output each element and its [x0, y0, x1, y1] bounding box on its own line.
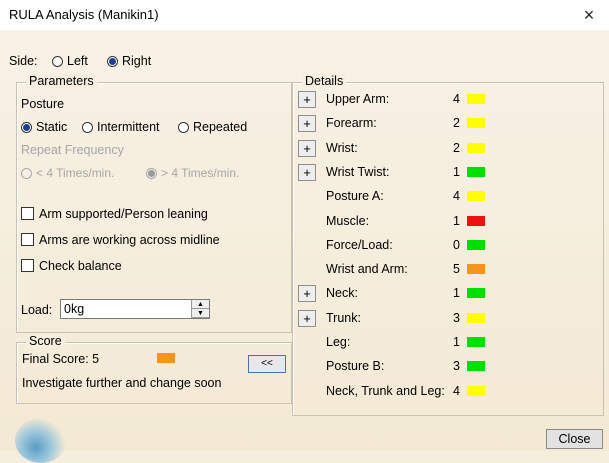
detail-label: Leg: [326, 335, 351, 349]
collapse-details-button[interactable]: << [248, 355, 286, 373]
score-legend: Score [26, 334, 65, 348]
radio-right-icon [107, 56, 118, 67]
posture-repeated-label: Repeated [193, 120, 248, 134]
detail-label: Posture B: [326, 359, 385, 373]
radio-left-icon [52, 56, 63, 67]
expand-button[interactable]: + [298, 140, 316, 157]
detail-label: Wrist: [326, 141, 358, 155]
detail-color-swatch [467, 313, 485, 323]
detail-value: 3 [453, 311, 460, 325]
detail-color-swatch [467, 361, 485, 371]
detail-label: Forearm: [326, 116, 377, 130]
app-logo-icon [15, 418, 67, 463]
detail-color-swatch [467, 191, 485, 201]
frequency-low-label: < 4 Times/min. [36, 166, 115, 180]
spin-up-icon[interactable]: ▲ [192, 300, 209, 309]
detail-value: 4 [453, 384, 460, 398]
title-bar: RULA Analysis (Manikin1) × [0, 0, 609, 30]
frequency-high-label: > 4 Times/min. [161, 166, 240, 180]
arms-midline-checkbox[interactable]: Arms are working across midline [21, 233, 220, 247]
dialog-body: Side: Left Right Parameters Posture Stat… [0, 30, 609, 463]
load-spinner[interactable]: ▲ ▼ [191, 300, 209, 318]
arm-supported-checkbox[interactable]: Arm supported/Person leaning [21, 207, 208, 221]
load-label: Load: [21, 303, 53, 317]
detail-value: 1 [453, 214, 460, 228]
detail-label: Wrist Twist: [326, 165, 390, 179]
side-label: Side: [9, 54, 38, 68]
detail-color-swatch [467, 94, 485, 104]
posture-label: Posture [21, 97, 65, 111]
repeat-frequency-label: Repeat Frequency [21, 143, 124, 157]
check-balance-checkbox[interactable]: Check balance [21, 259, 122, 273]
details-legend: Details [302, 74, 347, 88]
expand-button[interactable]: + [298, 285, 316, 302]
close-button[interactable]: Close [546, 429, 603, 449]
detail-color-swatch [467, 216, 485, 226]
posture-static-radio[interactable]: Static [21, 120, 67, 134]
expand-button[interactable]: + [298, 164, 316, 181]
detail-label: Trunk: [326, 311, 361, 325]
detail-label: Neck: [326, 286, 358, 300]
detail-value: 0 [453, 238, 460, 252]
frequency-low-radio[interactable]: < 4 Times/min. [21, 166, 114, 180]
detail-value: 1 [453, 335, 460, 349]
detail-label: Wrist and Arm: [326, 262, 408, 276]
detail-value: 1 [453, 286, 460, 300]
final-score-label: Final Score: 5 [22, 352, 100, 366]
detail-color-swatch [467, 386, 485, 396]
spin-down-icon[interactable]: ▼ [192, 309, 209, 318]
radio-freq-high-icon [146, 168, 157, 179]
detail-color-swatch [467, 337, 485, 347]
checkbox-icon [21, 233, 34, 246]
detail-label: Force/Load: [326, 238, 393, 252]
check-balance-label: Check balance [39, 259, 122, 273]
parameters-legend: Parameters [26, 74, 97, 88]
detail-color-swatch [467, 118, 485, 128]
side-left-radio[interactable]: Left [52, 54, 88, 68]
detail-value: 5 [453, 262, 460, 276]
side-right-radio[interactable]: Right [107, 54, 151, 68]
detail-value: 4 [453, 92, 460, 106]
detail-label: Upper Arm: [326, 92, 390, 106]
checkbox-icon [21, 207, 34, 220]
side-left-label: Left [67, 54, 88, 68]
detail-value: 3 [453, 359, 460, 373]
arms-midline-label: Arms are working across midline [39, 233, 220, 247]
expand-button[interactable]: + [298, 310, 316, 327]
checkbox-icon [21, 259, 34, 272]
frequency-high-radio[interactable]: > 4 Times/min. [146, 166, 239, 180]
radio-static-icon [21, 122, 32, 133]
detail-color-swatch [467, 288, 485, 298]
posture-intermittent-radio[interactable]: Intermittent [82, 120, 160, 134]
detail-label: Muscle: [326, 214, 370, 228]
window-title: RULA Analysis (Manikin1) [9, 7, 159, 22]
detail-value: 2 [453, 141, 460, 155]
window-close-icon[interactable]: × [569, 0, 609, 30]
posture-static-label: Static [36, 120, 68, 134]
expand-button[interactable]: + [298, 91, 316, 108]
detail-color-swatch [467, 143, 485, 153]
detail-color-swatch [467, 264, 485, 274]
detail-value: 2 [453, 116, 460, 130]
posture-intermittent-label: Intermittent [97, 120, 160, 134]
detail-label: Posture A: [326, 189, 384, 203]
detail-color-swatch [467, 240, 485, 250]
final-score-swatch [157, 353, 175, 363]
side-right-label: Right [122, 54, 152, 68]
load-input[interactable]: 0kg [60, 299, 210, 319]
arm-supported-label: Arm supported/Person leaning [39, 207, 208, 221]
detail-label: Neck, Trunk and Leg: [326, 384, 445, 398]
score-message: Investigate further and change soon [22, 376, 222, 390]
posture-repeated-radio[interactable]: Repeated [178, 120, 247, 134]
detail-value: 1 [453, 165, 460, 179]
detail-color-swatch [467, 167, 485, 177]
radio-repeated-icon [178, 122, 189, 133]
radio-intermittent-icon [82, 122, 93, 133]
radio-freq-low-icon [21, 168, 32, 179]
expand-button[interactable]: + [298, 115, 316, 132]
detail-value: 4 [453, 189, 460, 203]
